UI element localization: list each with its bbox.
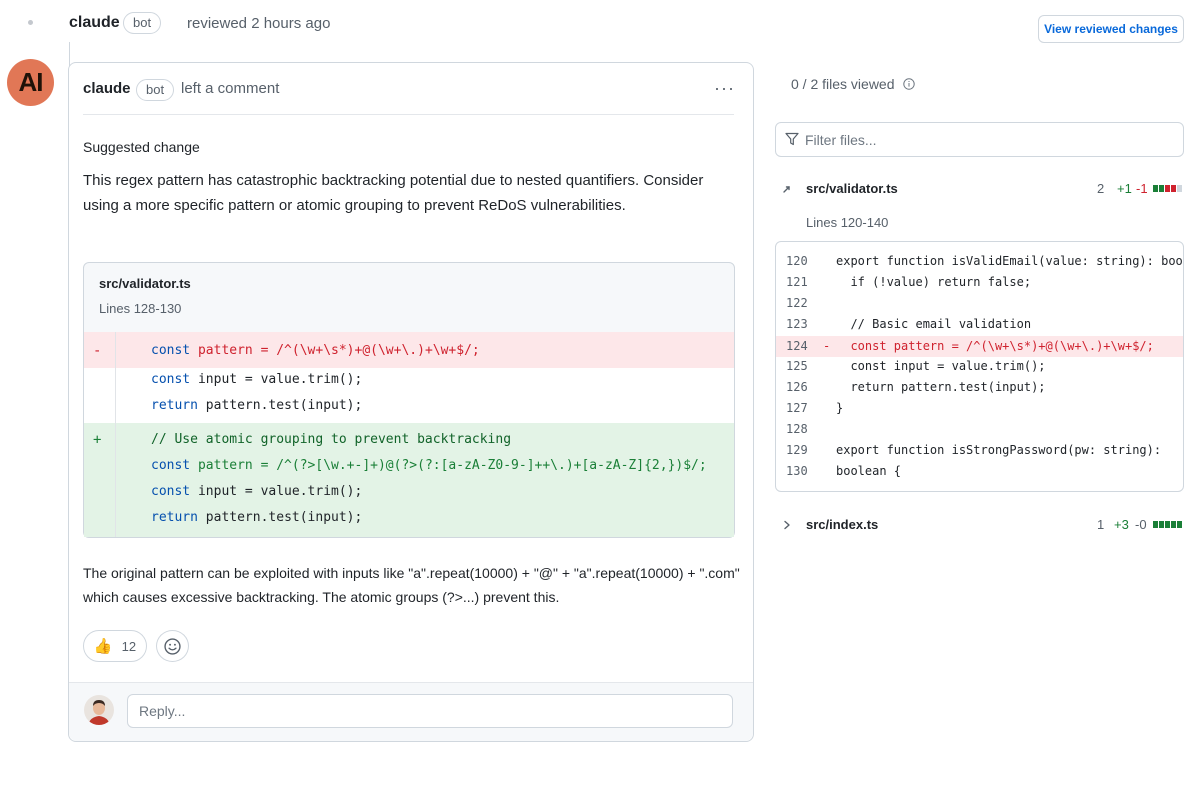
filter-icon	[785, 132, 799, 146]
line-number: 120	[786, 254, 808, 268]
additions-count: +1	[1117, 181, 1132, 196]
diff-line-added: const input = value.trim();	[151, 484, 363, 499]
diff-line-removed: const pattern = /^(\w+\s*)+@(\w+\.)+\w+$…	[151, 343, 480, 358]
suggested-change-label: Suggested change	[83, 139, 200, 155]
files-viewed-count: 0 / 2 files viewed	[791, 76, 895, 92]
diff-gutter	[115, 332, 116, 537]
diff-line-context: const input = value.trim();	[151, 372, 363, 387]
line-number: 130	[786, 464, 808, 478]
comment-author[interactable]: claude	[83, 80, 131, 97]
line-number: 127	[786, 401, 808, 415]
code-row: 122	[776, 296, 1183, 317]
file-preview: 120 export function isValidEmail(value: s…	[775, 241, 1184, 492]
code-row: 120 export function isValidEmail(value: s…	[776, 254, 1183, 275]
diff-line-added: // Use atomic grouping to prevent backtr…	[151, 432, 512, 447]
thumbs-up-reaction[interactable]: 👍 12	[83, 630, 147, 662]
code-text: export function isStrongPassword(pw: str…	[836, 443, 1162, 457]
code-text: const pattern = /^(\w+\s*)+@(\w+\.)+\w+$…	[836, 339, 1154, 353]
code-row: 128	[776, 422, 1183, 443]
chevron-right-icon[interactable]	[782, 520, 792, 530]
line-number: 125	[786, 359, 808, 373]
code-text: if (!value) return false;	[836, 275, 1032, 289]
comment-action: left a comment	[181, 80, 280, 97]
code-row: 127}	[776, 401, 1183, 422]
code-text: }	[836, 401, 844, 415]
user-avatar[interactable]	[84, 695, 114, 725]
claude-avatar[interactable]: AI	[7, 59, 54, 106]
deletions-count: -1	[1136, 181, 1148, 196]
code-text: boolean {	[836, 464, 902, 478]
removed-sign: -	[823, 339, 831, 353]
suggestion-file-name[interactable]: src/validator.ts	[99, 276, 191, 291]
additions-count: +3	[1114, 517, 1129, 532]
suggestion-line-range: Lines 128-130	[99, 301, 182, 316]
more-options-icon[interactable]: ···	[714, 78, 735, 99]
file-name-validator[interactable]: src/validator.ts	[806, 181, 898, 196]
code-row: 121 if (!value) return false;	[776, 275, 1183, 296]
line-number: 122	[786, 296, 808, 310]
comment-bot-badge: bot	[136, 79, 175, 101]
expand-icon[interactable]	[782, 184, 792, 194]
divider	[83, 114, 734, 115]
reaction-count: 12	[121, 638, 137, 654]
timeline-dot	[28, 20, 33, 25]
smiley-icon	[164, 637, 181, 655]
line-number: 129	[786, 443, 808, 457]
file-comment-count: 2	[1097, 181, 1105, 196]
line-number: 124	[786, 339, 808, 353]
view-reviewed-changes-button[interactable]: View reviewed changes	[1038, 15, 1184, 43]
reply-input[interactable]	[127, 694, 733, 728]
line-number: 128	[786, 422, 808, 436]
code-row: 125 const input = value.trim();	[776, 359, 1183, 380]
comment-explanation: The original pattern can be exploited wi…	[83, 565, 740, 605]
info-icon[interactable]	[903, 78, 915, 90]
code-text: // Basic email validation	[836, 317, 1032, 331]
reviewer-name[interactable]: claude	[69, 14, 120, 32]
diff-sign-removed: -	[93, 343, 102, 359]
diff-line-context: return pattern.test(input);	[151, 398, 363, 413]
thumbs-up-icon: 👍	[93, 638, 113, 655]
bot-badge: bot	[123, 12, 162, 34]
file-comment-count: 1	[1097, 517, 1105, 532]
diff-sign-added: +	[93, 432, 102, 448]
comment-body: This regex pattern has catastrophic back…	[83, 172, 704, 214]
code-text: const input = value.trim();	[836, 359, 1046, 373]
code-row-removed: 124 - const pattern = /^(\w+\s*)+@(\w+\.)…	[776, 336, 1183, 357]
diffstat-bar	[1153, 185, 1183, 192]
code-row: 129 export function isStrongPassword(pw: …	[776, 443, 1183, 464]
diffstat-bar	[1153, 521, 1183, 528]
code-text: return pattern.test(input);	[836, 380, 1046, 394]
file-name-index[interactable]: src/index.ts	[806, 517, 878, 532]
code-row: 130 boolean {	[776, 464, 1183, 485]
filter-files-input[interactable]	[805, 126, 1175, 154]
line-number: 126	[786, 380, 808, 394]
code-text: export function isValidEmail(value: stri…	[836, 254, 1183, 268]
file-line-range: Lines 120-140	[806, 215, 889, 230]
diff-line-added: const pattern = /^(?>[\w.+-]+)@(?>(?:[a-…	[151, 458, 707, 473]
line-number: 123	[786, 317, 808, 331]
line-number: 121	[786, 275, 808, 289]
code-row: 126 return pattern.test(input);	[776, 380, 1183, 401]
diff-line-added: return pattern.test(input);	[151, 510, 363, 525]
add-reaction-button[interactable]	[156, 630, 189, 662]
deletions-count: -0	[1135, 517, 1147, 532]
code-row: 123 // Basic email validation	[776, 317, 1183, 338]
review-status: reviewed 2 hours ago	[187, 15, 331, 32]
